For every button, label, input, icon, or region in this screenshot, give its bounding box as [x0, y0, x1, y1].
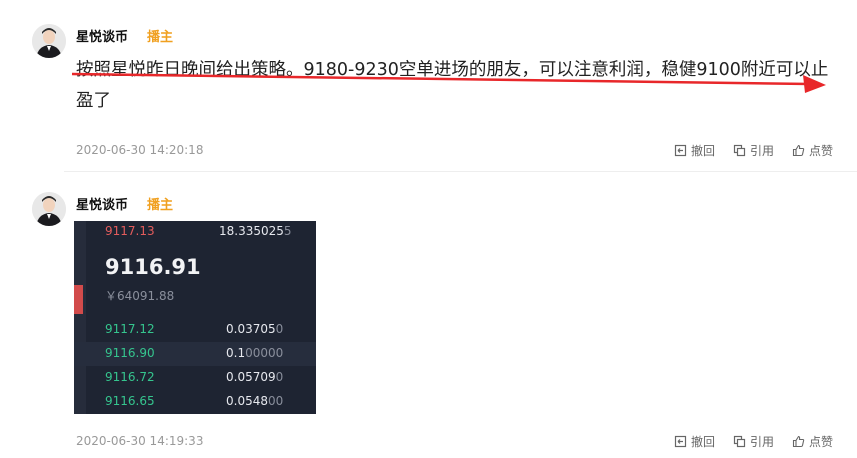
- username[interactable]: 星悦谈币: [76, 26, 128, 45]
- quote-button[interactable]: 引用: [733, 142, 774, 159]
- comment-actions: 撤回 引用 点赞: [674, 433, 833, 450]
- quote-label: 引用: [749, 144, 774, 158]
- bid-price: 9117.12: [105, 322, 155, 336]
- cny-price: ￥64091.88: [105, 289, 175, 303]
- host-badge: 播主: [147, 198, 174, 213]
- withdraw-label: 撤回: [690, 435, 715, 449]
- bid-row: 9116.72 0.057090: [74, 366, 316, 390]
- bid-qty: 0.037050: [226, 322, 284, 336]
- thumbs-up-icon: [792, 144, 805, 157]
- bid-row: 9117.12 0.037050: [74, 318, 316, 342]
- bid-price: 9116.90: [105, 346, 155, 360]
- bid-qty: 0.054800: [226, 394, 284, 408]
- timestamp: 2020-06-30 14:19:33: [76, 434, 204, 448]
- avatar[interactable]: [32, 24, 66, 58]
- like-label: 点赞: [808, 144, 833, 158]
- comment-actions: 撤回 引用 点赞: [674, 142, 833, 159]
- withdraw-button[interactable]: 撤回: [674, 433, 715, 450]
- ask-row: 9117.13 18.3350255: [74, 221, 316, 245]
- ask-qty: 18.3350255: [219, 224, 292, 238]
- price-marker: [74, 285, 83, 314]
- avatar[interactable]: [32, 192, 66, 226]
- comment-item-2: 星悦谈币 播主 9117.13 18.3350255 9116.91 ￥6409…: [0, 172, 857, 458]
- bid-row: 9116.90 0.100000: [74, 342, 316, 366]
- like-label: 点赞: [808, 435, 833, 449]
- bid-row: 9116.65 0.054800: [74, 390, 316, 414]
- thumbs-up-icon: [792, 435, 805, 448]
- timestamp: 2020-06-30 14:20:18: [76, 143, 204, 157]
- bid-qty: 0.100000: [226, 346, 284, 360]
- quote-icon: [733, 435, 746, 448]
- trade-screenshot-image[interactable]: 9117.13 18.3350255 9116.91 ￥64091.88 911…: [74, 221, 316, 414]
- username[interactable]: 星悦谈币: [76, 194, 128, 213]
- annotation-arrow: [71, 72, 826, 93]
- comment-item-1: 星悦谈币 播主 按照星悦昨日晚间给出策略。9180-9230空单进场的朋友，可以…: [0, 0, 857, 172]
- withdraw-icon: [674, 144, 687, 157]
- quote-icon: [733, 144, 746, 157]
- withdraw-icon: [674, 435, 687, 448]
- host-badge: 播主: [147, 30, 174, 45]
- like-button[interactable]: 点赞: [792, 433, 833, 450]
- ask-price: 9117.13: [105, 224, 155, 238]
- quote-button[interactable]: 引用: [733, 433, 774, 450]
- quote-label: 引用: [749, 435, 774, 449]
- withdraw-label: 撤回: [690, 144, 715, 158]
- last-price: 9116.91: [105, 255, 201, 279]
- bid-price: 9116.65: [105, 394, 155, 408]
- bid-price: 9116.72: [105, 370, 155, 384]
- withdraw-button[interactable]: 撤回: [674, 142, 715, 159]
- like-button[interactable]: 点赞: [792, 142, 833, 159]
- bid-qty: 0.057090: [226, 370, 284, 384]
